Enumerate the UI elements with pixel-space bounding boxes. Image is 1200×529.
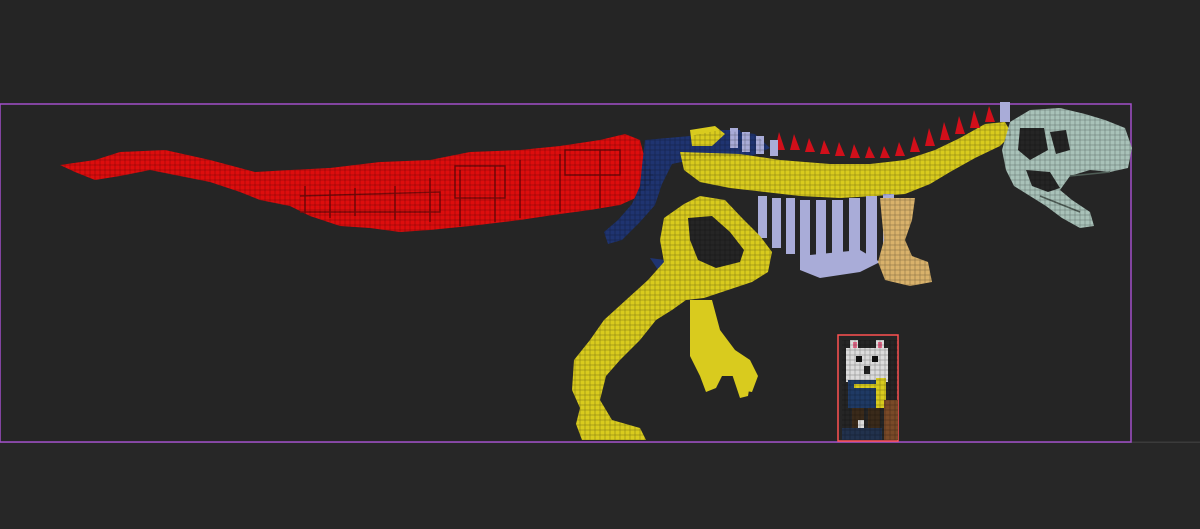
character-pixel-grid [842,340,898,440]
scene-view[interactable] [0,0,1200,528]
sprite-editor-canvas[interactable] [0,0,1200,529]
rib-bones [758,194,894,278]
dinosaur-skeleton-sprite[interactable] [60,102,1132,440]
character-sprite[interactable] [837,334,899,442]
pixel-grid-overlay [60,108,1132,440]
